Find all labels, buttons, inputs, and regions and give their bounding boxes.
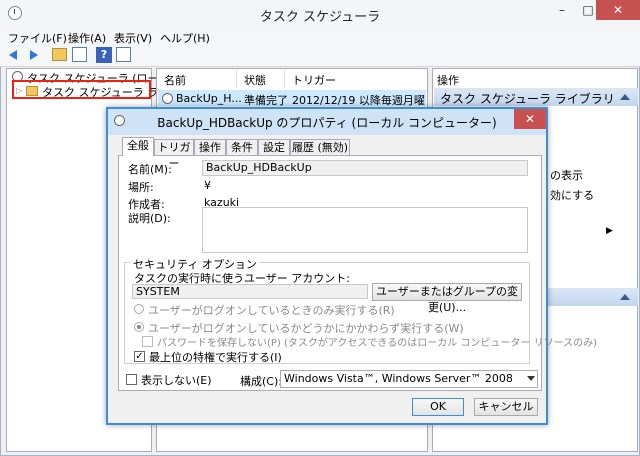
tab-settings[interactable]: 設定 [258, 139, 290, 155]
row-trigger: 2012/12/19 以降毎週月曜日, 金 [292, 94, 426, 107]
no-store-password-checkbox[interactable] [142, 336, 153, 347]
actions-section-title: タスク スケジューラ ライブラリ [440, 92, 615, 106]
configure-label: 構成(C): [240, 375, 282, 388]
row-status: 準備完了 [244, 94, 288, 107]
action-item-fragment[interactable]: の表示 [550, 167, 583, 183]
row-name: BackUp_H... [176, 92, 242, 105]
cancel-button[interactable]: キャンセル [474, 398, 538, 416]
minimize-button[interactable]: – [548, 0, 576, 20]
window-title: タスク スケジューラ [259, 10, 381, 25]
name-label: 名前(M): [128, 163, 172, 176]
radio-logged-on[interactable] [134, 304, 144, 314]
tab-conditions[interactable]: 条件 [226, 139, 258, 155]
menu-view[interactable]: 表示(V) [114, 30, 152, 46]
submenu-arrow-icon[interactable]: ▶ [606, 226, 613, 236]
col-name[interactable]: 名前 [164, 72, 186, 88]
chevron-down-icon [527, 376, 535, 381]
tab-triggers[interactable]: トリガー [154, 139, 194, 170]
radio-logged-on-label[interactable]: ユーザーがログオンしているときのみ実行する(R) [148, 302, 395, 318]
help-icon[interactable]: ? [96, 47, 112, 63]
configure-value: Windows Vista™, Windows Server™ 2008 [284, 372, 513, 385]
change-user-button[interactable]: ユーザーまたはグループの変更(U)... [372, 283, 522, 314]
menu-help[interactable]: ヘルプ(H) [160, 30, 210, 46]
description-field[interactable] [202, 207, 528, 253]
ok-button[interactable]: OK [412, 398, 464, 416]
description-label: 説明(D): [128, 212, 171, 225]
col-sep[interactable] [284, 70, 285, 88]
highlight-box [12, 80, 151, 99]
tab-actions[interactable]: 操作 [194, 139, 226, 155]
forward-arrow-icon[interactable] [26, 47, 42, 63]
highest-privileges-label[interactable]: 最上位の特権で実行する(I) [149, 349, 282, 365]
close-button[interactable]: ✕ [596, 0, 640, 20]
folder-up-icon[interactable] [52, 48, 67, 61]
actions-header: 操作 [437, 74, 459, 87]
menu-action[interactable]: 操作(A) [68, 30, 106, 46]
col-sep[interactable] [236, 70, 237, 88]
location-label: 場所: [128, 181, 154, 194]
highest-privileges-checkbox[interactable]: ✓ [134, 351, 145, 362]
name-field[interactable]: BackUp_HDBackUp [202, 160, 528, 176]
collapse-icon[interactable] [620, 94, 630, 100]
location-value: ¥ [204, 179, 211, 192]
show-pane-icon[interactable] [72, 47, 87, 62]
hidden-label[interactable]: 表示しない(E) [141, 372, 212, 388]
action-item-fragment[interactable]: 効にする [550, 187, 594, 203]
task-clock-icon [162, 93, 173, 104]
collapse-icon[interactable] [620, 294, 630, 300]
dialog-close-button[interactable]: ✕ [514, 109, 546, 129]
run-as-field: SYSTEM [132, 284, 368, 299]
tab-history[interactable]: 履歴 (無効) [290, 139, 350, 155]
back-arrow-icon[interactable] [8, 47, 24, 63]
hidden-checkbox[interactable] [126, 374, 137, 385]
no-store-password-label[interactable]: パスワードを保存しない(P) (タスクがアクセスできるのはローカル コンピュータ… [157, 334, 597, 349]
menu-file[interactable]: ファイル(F) [8, 30, 67, 46]
tab-general[interactable]: 全般 [122, 137, 154, 156]
dialog-title: BackUp_HDBackUp のプロパティ (ローカル コンピューター) [157, 116, 497, 130]
col-trigger[interactable]: トリガー [292, 72, 336, 88]
radio-whether-logged-on[interactable] [134, 322, 144, 332]
action-pane-icon[interactable] [116, 47, 131, 62]
configure-select[interactable]: Windows Vista™, Windows Server™ 2008 [280, 370, 538, 388]
col-status[interactable]: 状態 [244, 72, 266, 88]
